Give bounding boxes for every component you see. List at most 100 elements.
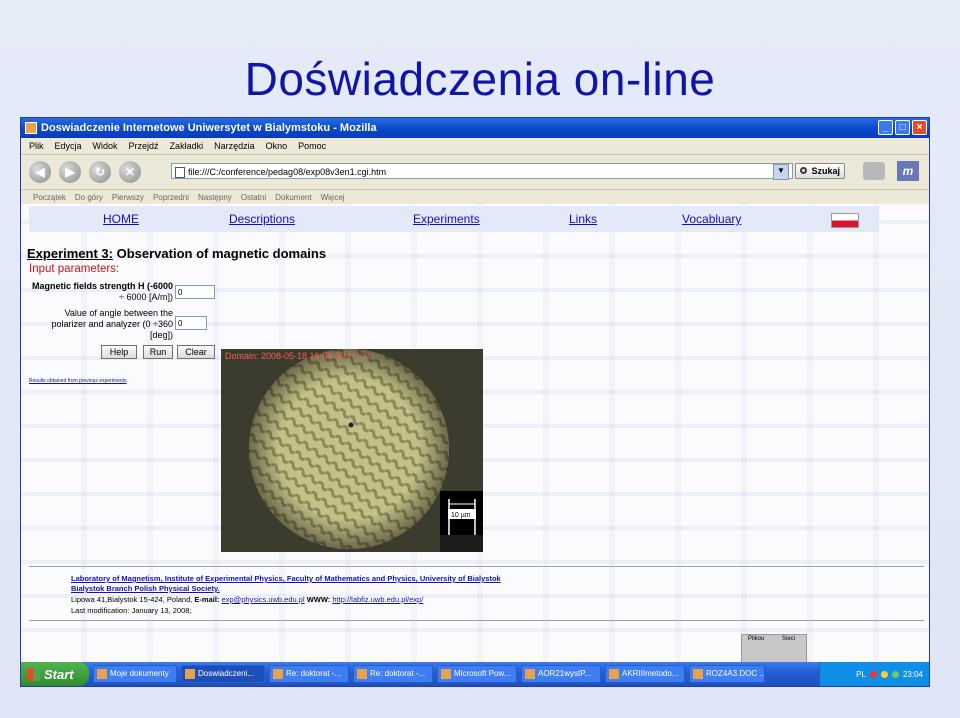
- menu-view[interactable]: Widok: [93, 141, 118, 151]
- nav-last-link[interactable]: Ostatni: [241, 193, 266, 202]
- input-parameters-heading: Input parameters:: [29, 263, 120, 275]
- site-navigation-bar: Początek Do góry Pierwszy Poprzedni Nast…: [21, 190, 929, 205]
- scale-label: 10 µm: [451, 512, 471, 519]
- task-browser[interactable]: Doswiadczeni...: [181, 665, 265, 683]
- footer-www-link[interactable]: http://labfiz.uwb.edu.pl/exp/: [332, 595, 423, 604]
- nav-prev-link[interactable]: Poprzedni: [153, 193, 189, 202]
- task-mail-1[interactable]: Re: doktorat -...: [269, 665, 349, 683]
- reload-button[interactable]: ↻: [89, 161, 111, 183]
- net-col1-label: Plikou: [748, 636, 765, 642]
- field-strength-label: Magnetic fields strength H (-6000 ÷ 6000…: [29, 281, 173, 303]
- footer-divider-top: [29, 566, 924, 567]
- language-indicator[interactable]: PL: [856, 670, 866, 679]
- task-label: Re: doktorat -...: [286, 669, 342, 678]
- task-mail-2[interactable]: Re: doktorat -...: [353, 665, 433, 683]
- mail-icon: [357, 669, 367, 679]
- menu-edit[interactable]: Edycja: [55, 141, 82, 151]
- field-strength-input[interactable]: 0: [175, 285, 215, 299]
- task-roz4a3[interactable]: ROZ4A3.DOC ...: [689, 665, 765, 683]
- tray-icon-volume[interactable]: [891, 670, 899, 678]
- nav-home-link[interactable]: Początek: [33, 193, 66, 202]
- run-button[interactable]: Run: [143, 345, 173, 359]
- nav-vocabluary[interactable]: Vocabluary: [682, 212, 741, 226]
- close-button[interactable]: ×: [912, 120, 927, 135]
- address-url: file:///C:/conference/pedag08/exp08v3en1…: [188, 167, 387, 177]
- footer-divider-bottom: [29, 620, 924, 621]
- task-label: Moje dokumenty: [110, 669, 169, 678]
- task-powerpoint[interactable]: Microsoft Pow...: [437, 665, 517, 683]
- clear-button[interactable]: Clear: [177, 345, 215, 359]
- word-icon: [693, 669, 703, 679]
- print-icon[interactable]: [863, 162, 885, 180]
- nav-up-link[interactable]: Do góry: [75, 193, 103, 202]
- angle-input[interactable]: 0: [175, 316, 207, 330]
- menu-bookmarks[interactable]: Zakładki: [170, 141, 204, 151]
- polish-flag-icon[interactable]: [831, 213, 859, 228]
- nav-next-link[interactable]: Następny: [198, 193, 232, 202]
- taskbar: Start Moje dokumenty Doswiadczeni... Re:…: [21, 662, 929, 686]
- site-top-nav: HOME Descriptions Experiments Links Voca…: [29, 206, 879, 232]
- search-button[interactable]: Szukaj: [795, 163, 845, 179]
- help-button[interactable]: Help: [101, 345, 137, 359]
- app-icon: [25, 122, 37, 134]
- reload-icon: ↻: [94, 165, 106, 179]
- task-my-documents[interactable]: Moje dokumenty: [93, 665, 177, 683]
- nav-descriptions[interactable]: Descriptions: [229, 212, 295, 226]
- maximize-button[interactable]: □: [895, 120, 910, 135]
- net-col2-label: Sieci: [782, 636, 796, 642]
- experiment-number: Experiment 3:: [27, 246, 113, 261]
- browser-window: Doswiadczenie Internetowe Uniwersytet w …: [20, 117, 930, 687]
- tray-icon-network[interactable]: [880, 670, 888, 678]
- address-dropdown-button[interactable]: ▼: [773, 164, 789, 180]
- tray-icon-antivirus[interactable]: [869, 670, 877, 678]
- footer-last-modified: Last modification: January 13, 2008;: [71, 606, 192, 615]
- footer-address: Lipowa 41,Bialystok 15-424, Poland, E-ma…: [71, 595, 423, 604]
- nav-first-link[interactable]: Pierwszy: [112, 193, 144, 202]
- footer-email-label: E-mail:: [194, 595, 220, 604]
- chevron-down-icon: ▼: [777, 166, 785, 175]
- document-icon: [609, 669, 619, 679]
- menu-help[interactable]: Pomoc: [298, 141, 326, 151]
- experiment-name: Observation of magnetic domains: [116, 246, 327, 261]
- footer-society-link[interactable]: Bialystok Branch Polish Physical Society…: [71, 584, 220, 593]
- navigation-toolbar: ◀ ▶ ↻ ✕ file:///C:/conference/pedag08/ex…: [21, 155, 929, 190]
- minimize-button[interactable]: _: [878, 120, 893, 135]
- back-button[interactable]: ◀: [29, 161, 51, 183]
- window-titlebar[interactable]: Doswiadczenie Internetowe Uniwersytet w …: [21, 118, 929, 138]
- task-label: AOR21wystP...: [538, 669, 592, 678]
- footer-email-link[interactable]: exp@physics.uwb.edu.pl: [222, 595, 305, 604]
- browser-icon: [185, 669, 195, 679]
- angle-label-line1: Value of angle between the: [64, 308, 173, 318]
- menu-window[interactable]: Okno: [266, 141, 288, 151]
- nav-links[interactable]: Links: [569, 212, 597, 226]
- task-label: ROZ4A3.DOC ...: [706, 669, 765, 678]
- task-aor[interactable]: AOR21wystP...: [521, 665, 601, 683]
- menu-bar: Plik Edycja Widok Przejdź Zakładki Narzę…: [21, 138, 929, 155]
- menu-go[interactable]: Przejdź: [129, 141, 159, 151]
- window-title: Doswiadczenie Internetowe Uniwersytet w …: [41, 122, 377, 134]
- menu-file[interactable]: Plik: [29, 141, 44, 151]
- back-arrow-icon: ◀: [35, 165, 45, 179]
- nav-more-link[interactable]: Więcej: [321, 193, 345, 202]
- search-icon: [800, 167, 807, 174]
- footer-lab-link[interactable]: Laboratory of Magnetism, Institute of Ex…: [71, 574, 501, 583]
- experiment-title: Experiment 3: Observation of magnetic do…: [27, 246, 326, 261]
- previous-results-link[interactable]: Results obtained from previous experimen…: [29, 378, 127, 384]
- stop-icon: ✕: [124, 165, 136, 179]
- stop-button[interactable]: ✕: [119, 161, 141, 183]
- menu-tools[interactable]: Narzędzia: [214, 141, 255, 151]
- angle-label: Value of angle between the polarizer and…: [29, 308, 173, 341]
- task-akrii[interactable]: AKRIIImetodo...: [605, 665, 685, 683]
- nav-home[interactable]: HOME: [103, 212, 139, 226]
- start-button[interactable]: Start: [21, 662, 89, 686]
- task-label: Re: doktorat -...: [370, 669, 426, 678]
- forward-button[interactable]: ▶: [59, 161, 81, 183]
- address-input[interactable]: file:///C:/conference/pedag08/exp08v3en1…: [171, 163, 793, 179]
- nav-experiments[interactable]: Experiments: [413, 212, 480, 226]
- document-icon: [525, 669, 535, 679]
- mail-icon: [273, 669, 283, 679]
- task-label: Doswiadczeni...: [198, 669, 255, 678]
- network-widget: Plikou Sieci: [741, 634, 807, 662]
- domain-label: Domain: 2008-05-18 16-09-39 H = 0: [225, 351, 370, 361]
- nav-document-link[interactable]: Dokument: [275, 193, 311, 202]
